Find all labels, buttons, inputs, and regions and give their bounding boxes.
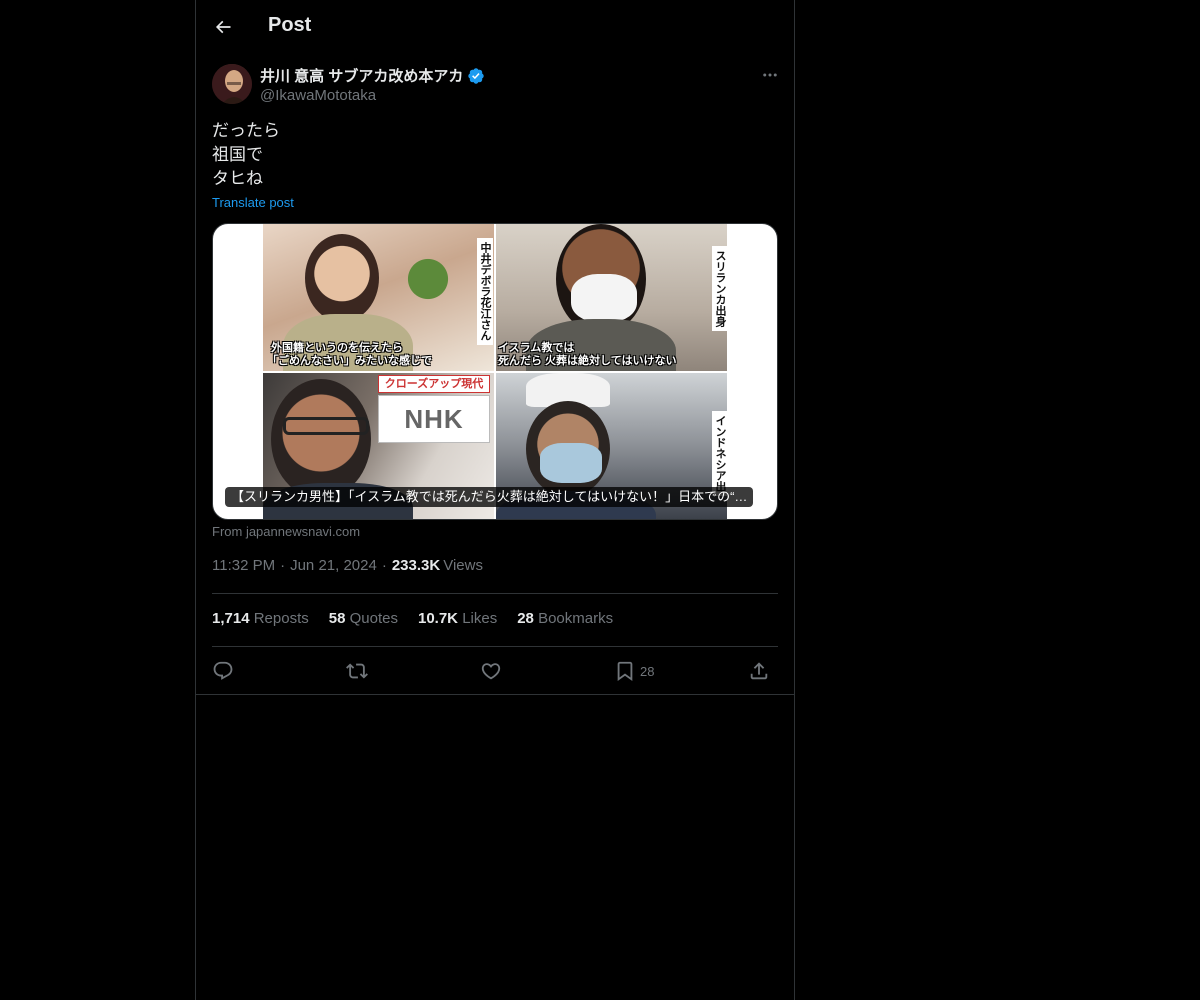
video-subtitle: イスラム教では — [498, 342, 575, 354]
separator-dot: · — [280, 557, 286, 574]
engagement-stats: 1,714 Reposts 58 Quotes 10.7K Likes 28 B… — [212, 610, 613, 627]
back-button[interactable] — [208, 12, 238, 42]
likes-count: 10.7K — [417, 610, 459, 627]
display-name[interactable]: 井川 意高 サブアカ改め本アカ — [260, 65, 463, 86]
divider — [196, 694, 794, 695]
views-count: 233.3K — [391, 557, 441, 574]
separator-dot: · — [381, 557, 387, 574]
views-label: Views — [443, 557, 483, 574]
bookmark-button[interactable]: 28 — [614, 658, 654, 684]
likes-label: Likes — [462, 610, 498, 627]
card-image-panel: 中井デボラ花江さん 外国籍というのを伝えたら 「ごめんなさい」みたいな感じで — [263, 224, 494, 371]
vertical-caption: スリランカ出身 — [712, 246, 727, 331]
verified-badge-icon — [468, 67, 485, 84]
action-bar: 28 — [212, 658, 778, 684]
post-author: 井川 意高 サブアカ改め本アカ @IkawaMototaka — [212, 64, 782, 106]
user-handle[interactable]: @IkawaMototaka — [260, 87, 376, 104]
post-meta: 11:32 PM · Jun 21, 2024 · 233.3K Views — [212, 557, 483, 574]
arrow-left-icon — [215, 20, 231, 34]
nhk-logo: NHK — [378, 395, 490, 443]
bookmarks-stat[interactable]: 28 Bookmarks — [517, 610, 613, 627]
avatar[interactable] — [212, 64, 252, 104]
program-banner: クローズアップ現代 — [378, 375, 490, 393]
card-image-panel: スリランカ出身 イスラム教では 死んだら 火葬は絶対してはいけない — [496, 224, 727, 371]
like-button[interactable] — [480, 658, 502, 684]
video-subtitle: 外国籍というのを伝えたら — [271, 342, 403, 354]
translate-post-link[interactable]: Translate post — [212, 195, 294, 210]
bookmark-icon — [617, 661, 633, 682]
quotes-stat[interactable]: 58 Quotes — [329, 610, 398, 627]
video-subtitle: 死んだら 火葬は絶対してはいけない — [498, 355, 677, 367]
quotes-label: Quotes — [349, 610, 398, 627]
ellipsis-icon — [763, 73, 777, 77]
reposts-count: 1,714 — [212, 610, 250, 627]
post-time[interactable]: 11:32 PM — [212, 557, 275, 574]
top-bar: Post — [196, 0, 794, 54]
card-title[interactable]: 【スリランカ男性】「イスラム教では死んだら火葬は絶対してはいけない！」日本での“… — [225, 487, 754, 507]
bookmarks-label: Bookmarks — [538, 610, 614, 627]
likes-stat[interactable]: 10.7K Likes — [418, 610, 497, 627]
post-date[interactable]: Jun 21, 2024 — [290, 557, 377, 574]
avatar-portrait-icon — [212, 64, 252, 104]
bookmark-count: 28 — [640, 663, 655, 679]
card-image: 中井デボラ花江さん 外国籍というのを伝えたら 「ごめんなさい」みたいな感じで ス… — [263, 224, 727, 519]
page-title: Post — [268, 14, 312, 36]
reposts-stat[interactable]: 1,714 Reposts — [212, 610, 309, 627]
repost-button[interactable] — [346, 658, 368, 684]
reply-button[interactable] — [212, 658, 234, 684]
post-text-line: タヒね — [212, 169, 263, 188]
primary-column: Post 井川 意高 サブアカ改め本アカ @IkawaMototaka だったら… — [195, 0, 795, 1000]
post-text-line: だったら — [212, 121, 280, 140]
quotes-count: 58 — [328, 610, 346, 627]
card-source[interactable]: From japannewsnavi.com — [212, 524, 360, 539]
post-text-line: 祖国で — [212, 145, 263, 164]
vertical-caption: 中井デボラ花江さん — [477, 238, 493, 345]
reposts-label: Reposts — [253, 610, 309, 627]
post-text: だったら 祖国で タヒね — [212, 119, 280, 191]
more-options-button[interactable] — [758, 64, 782, 86]
reply-icon — [213, 661, 233, 680]
share-button[interactable] — [748, 658, 770, 684]
vertical-caption: インドネシア出 — [712, 411, 727, 496]
repost-icon — [346, 663, 368, 679]
share-icon — [750, 662, 768, 680]
divider — [212, 646, 778, 647]
link-card[interactable]: 中井デボラ花江さん 外国籍というのを伝えたら 「ごめんなさい」みたいな感じで ス… — [212, 223, 778, 520]
video-subtitle: 「ごめんなさい」みたいな感じで — [267, 355, 432, 367]
divider — [212, 593, 778, 594]
bookmarks-count: 28 — [517, 610, 534, 627]
heart-icon — [481, 663, 501, 680]
